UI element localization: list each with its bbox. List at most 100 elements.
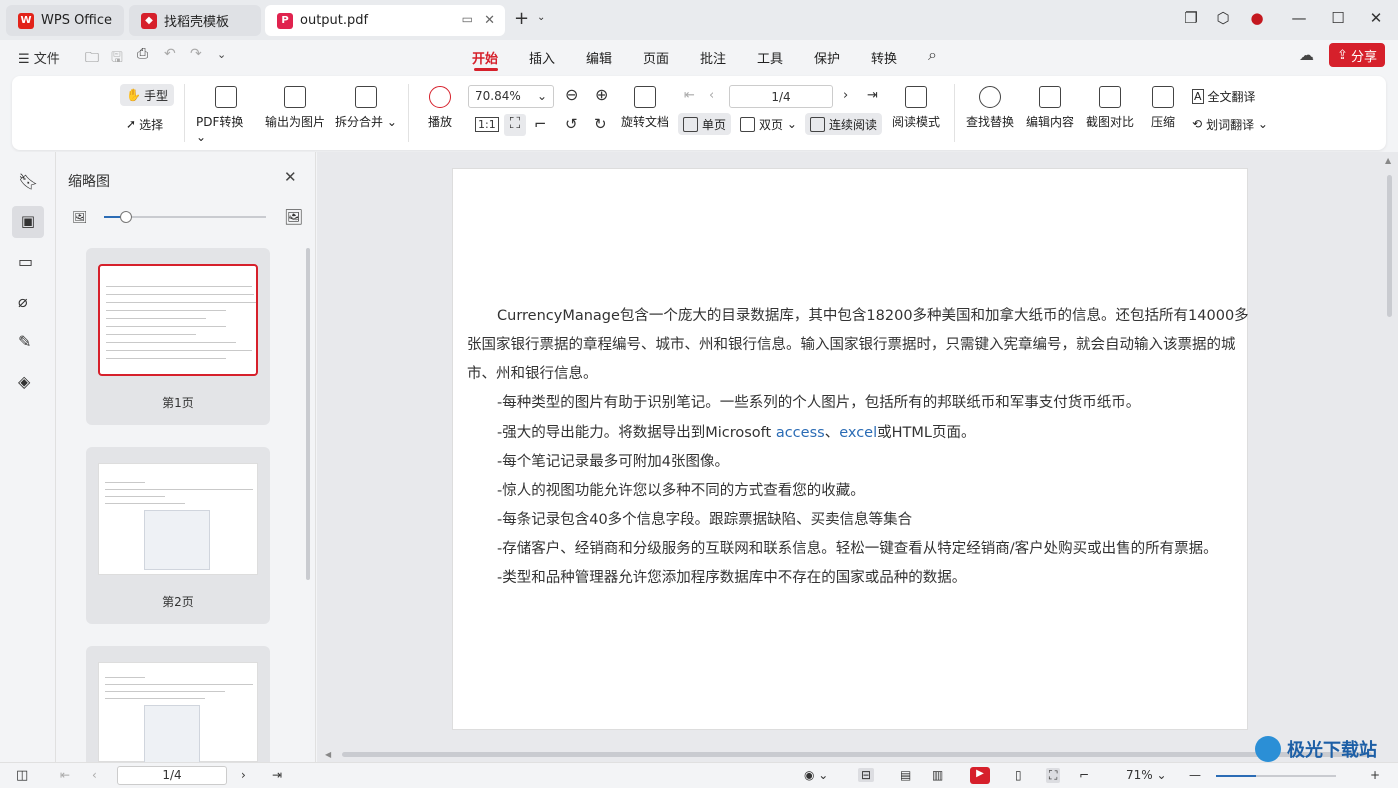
actual-size-icon[interactable]: 1:1	[475, 117, 499, 132]
bookmark-icon[interactable]: 🔖︎	[18, 172, 38, 192]
last-page-icon[interactable]: ⇥	[867, 88, 878, 103]
rotate-left-icon[interactable]: ↺	[565, 115, 578, 133]
signature-icon[interactable]: ✎	[18, 332, 38, 352]
last-page-icon[interactable]: ⇥	[272, 768, 282, 782]
layers-icon[interactable]: ◈	[18, 372, 38, 392]
rotate-right-icon[interactable]: ↻	[594, 115, 607, 133]
print-icon[interactable]: ⎙	[137, 46, 148, 62]
split-merge-button[interactable]: 拆分合并 ⌄	[334, 86, 398, 130]
full-translate-button[interactable]: A 全文翻译	[1192, 85, 1256, 107]
compress-button[interactable]: 压缩	[1146, 86, 1180, 130]
menu-page[interactable]: 页面	[643, 48, 669, 67]
close-panel-icon[interactable]: ✕	[284, 168, 297, 186]
menu-insert[interactable]: 插入	[529, 48, 555, 67]
minimize-icon[interactable]: —	[1287, 9, 1311, 27]
first-page-icon[interactable]: ⇤	[684, 88, 695, 103]
export-image-button[interactable]: 输出为图片	[262, 86, 328, 130]
pdf-convert-button[interactable]: PDF转换 ⌄	[196, 86, 256, 144]
eye-icon[interactable]: ◉ ⌄	[804, 768, 828, 782]
status-zoom-select[interactable]: 71% ⌄	[1126, 768, 1167, 782]
toggle-sidebar-icon[interactable]: ◫	[16, 768, 28, 783]
window-layout-icon[interactable]: ❐	[1179, 9, 1203, 27]
zoom-in-icon[interactable]: +	[1370, 768, 1380, 782]
play-button[interactable]: 播放	[422, 86, 458, 130]
menu-protect[interactable]: 保护	[814, 48, 840, 67]
small-thumb-icon[interactable]: 🖼︎	[72, 210, 87, 224]
tab-docer[interactable]: ◆ 找稻壳模板	[129, 5, 261, 36]
thumbnail-page-3[interactable]	[86, 646, 270, 763]
maximize-icon[interactable]: ☐	[1326, 9, 1350, 27]
first-page-icon[interactable]: ⇤	[60, 768, 70, 782]
prev-page-icon[interactable]: ‹	[92, 768, 97, 782]
edit-content-button[interactable]: 编辑内容	[1024, 86, 1076, 130]
hand-tool-button[interactable]: ✋ 手型	[120, 84, 174, 106]
vertical-scrollbar[interactable]	[1387, 175, 1392, 317]
fit-width-status-icon[interactable]: ▯	[1015, 768, 1022, 782]
word-translate-button[interactable]: ⟲ 划词翻译 ⌄	[1192, 113, 1268, 135]
zoom-in-icon[interactable]: ⊕	[595, 85, 608, 104]
rotate-doc-button[interactable]: 旋转文档	[619, 86, 671, 130]
actual-size-status-icon[interactable]: ⌐	[1079, 768, 1089, 782]
cube-icon[interactable]: ⬡	[1211, 9, 1235, 27]
fit-width-icon[interactable]: ⌐	[534, 115, 547, 133]
single-page-view-icon[interactable]: ▤	[900, 768, 911, 782]
menu-convert[interactable]: 转换	[871, 48, 897, 67]
double-page-view-icon[interactable]: ▥	[932, 768, 943, 782]
tab-wps-office[interactable]: W WPS Office	[6, 5, 124, 36]
save-icon[interactable]: 🖫	[111, 47, 123, 71]
select-tool-button[interactable]: ➚ 选择	[126, 113, 163, 135]
menu-annotate[interactable]: 批注	[700, 48, 726, 67]
scroll-up-icon[interactable]: ▲	[1385, 156, 1391, 165]
horizontal-scrollbar[interactable]	[342, 752, 1372, 757]
menu-edit[interactable]: 编辑	[586, 48, 612, 67]
close-tab-icon[interactable]: ✕	[484, 13, 495, 28]
fit-page-icon[interactable]: ⛶	[504, 114, 526, 136]
menu-start[interactable]: 开始	[472, 48, 498, 67]
zoom-out-icon[interactable]: —	[1189, 768, 1201, 782]
large-thumb-icon[interactable]: 🖼︎	[284, 208, 303, 226]
thumbnail-icon[interactable]: ▣	[12, 206, 44, 238]
file-menu[interactable]: ☰ 文件	[18, 48, 60, 67]
single-page-button[interactable]: 单页	[678, 113, 732, 135]
more-quick-actions-icon[interactable]: ⌄	[217, 48, 226, 61]
next-page-icon[interactable]: ›	[843, 88, 848, 103]
next-page-icon[interactable]: ›	[241, 768, 246, 782]
menu-tools[interactable]: 工具	[757, 48, 783, 67]
continuous-read-button[interactable]: 连续阅读	[805, 113, 883, 135]
page-input[interactable]: 1/4	[729, 85, 833, 108]
search-icon[interactable]: ⌕	[928, 45, 937, 65]
comment-icon[interactable]: ▭	[18, 252, 38, 272]
window-mode-icon[interactable]: ▭	[462, 12, 473, 26]
continuous-view-icon[interactable]: ⊟	[858, 768, 875, 782]
screenshot-compare-button[interactable]: 截图对比	[1084, 86, 1136, 130]
status-page-input[interactable]: 1/4	[117, 766, 227, 785]
thumb-size-slider[interactable]	[104, 211, 266, 223]
close-window-icon[interactable]: ✕	[1364, 9, 1388, 27]
find-replace-button[interactable]: 查找替换	[964, 86, 1016, 130]
cloud-icon[interactable]: ☁	[1299, 46, 1314, 64]
access-link[interactable]: access	[776, 425, 825, 441]
thumbnail-scrollbar[interactable]	[306, 248, 310, 580]
share-button[interactable]: ⇪ 分享	[1329, 43, 1385, 67]
redo-icon[interactable]: ↷	[190, 46, 202, 62]
scroll-left-icon[interactable]: ◀	[325, 750, 331, 759]
slider-handle[interactable]	[120, 211, 132, 223]
zoom-slider[interactable]	[1216, 775, 1336, 777]
thumbnail-page-1[interactable]: 第1页	[86, 248, 270, 425]
avatar[interactable]: ●	[1245, 9, 1269, 27]
zoom-select[interactable]: 70.84% ⌄	[468, 85, 554, 108]
chevron-down-icon[interactable]: ⌄	[537, 12, 545, 23]
prev-page-icon[interactable]: ‹	[709, 88, 714, 103]
attachment-icon[interactable]: ⌀	[18, 292, 38, 312]
open-folder-icon[interactable]: 🗀	[85, 47, 99, 71]
new-tab-icon[interactable]: +	[514, 8, 529, 29]
play-slideshow-icon[interactable]: ▶	[970, 767, 990, 784]
double-page-button[interactable]: 双页 ⌄	[740, 113, 797, 135]
zoom-out-icon[interactable]: ⊖	[565, 85, 578, 104]
thumbnail-page-2[interactable]: 第2页	[86, 447, 270, 624]
read-mode-button[interactable]: 阅读模式	[890, 86, 942, 130]
undo-icon[interactable]: ↶	[164, 46, 176, 62]
excel-link[interactable]: excel	[839, 425, 877, 441]
fit-page-status-icon[interactable]: ⛶	[1046, 768, 1061, 783]
tab-output-pdf[interactable]: P output.pdf ▭ ✕	[265, 5, 505, 36]
